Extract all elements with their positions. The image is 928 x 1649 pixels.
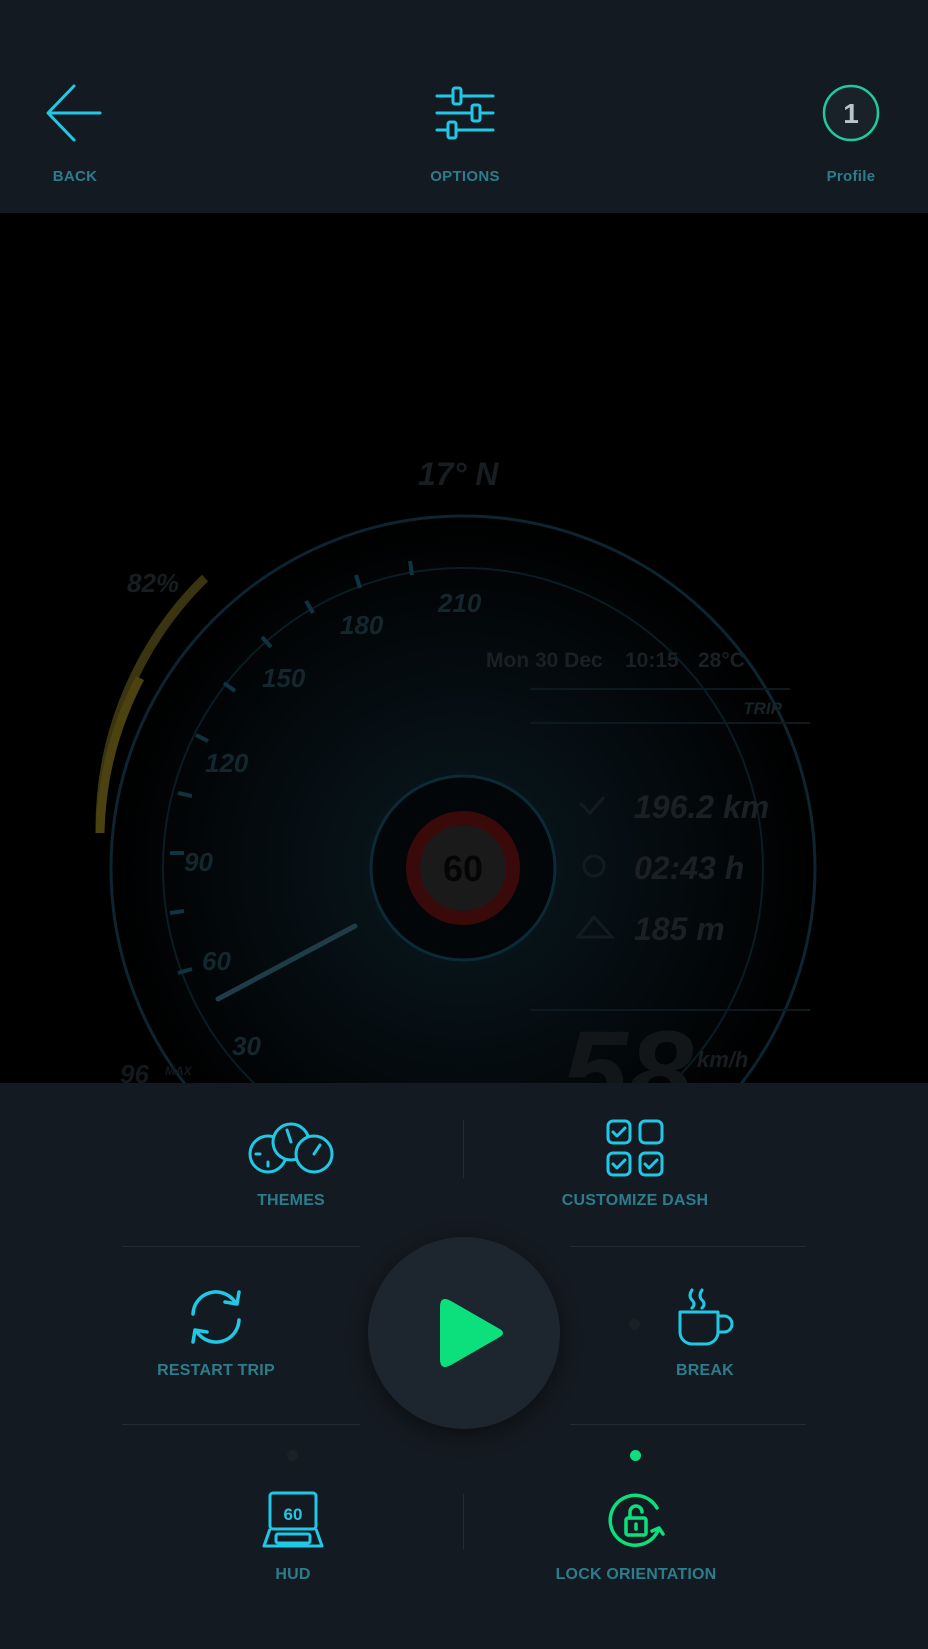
restart-trip-button[interactable]: RESTART TRIP (96, 1286, 336, 1380)
themes-button[interactable]: THEMES (171, 1118, 411, 1210)
arrow-left-icon (46, 84, 102, 142)
grid-check-icon (606, 1119, 664, 1177)
temperature-value: 28°C (698, 649, 745, 672)
customize-dash-button[interactable]: CUSTOMIZE DASH (515, 1118, 755, 1210)
scale-150: 150 (262, 663, 306, 693)
indicator-dot (629, 1319, 640, 1330)
trip-tag: TRIP (743, 699, 782, 718)
hud-icon-value: 60 (284, 1505, 303, 1524)
rotate-lock-icon (608, 1493, 665, 1547)
divider (570, 1424, 806, 1425)
speed-value: 58 (562, 1007, 694, 1083)
top-bar: BACK OPTIONS 1 Profile (0, 0, 928, 213)
divider (463, 1120, 464, 1178)
dashboard-gauge: 60 30 60 90 120 150 180 210 17° N 82% Mo… (95, 456, 817, 1083)
profile-label: Profile (826, 168, 876, 185)
lock-orientation-label: LOCK ORIENTATION (555, 1566, 717, 1583)
lock-orientation-button[interactable]: LOCK ORIENTATION (516, 1490, 756, 1584)
distance-value: 196.2 km (634, 789, 769, 825)
sliders-icon (435, 86, 495, 140)
themes-label: THEMES (257, 1192, 325, 1209)
max-tag: MAX (165, 1064, 193, 1078)
break-button[interactable]: BREAK (585, 1286, 825, 1380)
altitude-value: 185 m (634, 911, 725, 947)
coffee-cup-icon (678, 1288, 734, 1346)
divider (122, 1424, 360, 1425)
battery-value: 82% (127, 568, 179, 598)
active-indicator-dot (630, 1450, 641, 1461)
heading-value: 17° N (418, 456, 499, 492)
divider (570, 1246, 806, 1247)
dash-preview: 60 30 60 90 120 150 180 210 17° N 82% Mo… (0, 213, 928, 1083)
profile-button[interactable]: 1 Profile (781, 82, 921, 192)
scale-90: 90 (184, 847, 213, 877)
profile-number: 1 (843, 98, 859, 129)
back-button[interactable]: BACK (5, 82, 145, 192)
scale-120: 120 (205, 748, 249, 778)
max-speed-value: 96 (120, 1059, 149, 1083)
play-icon (440, 1299, 503, 1367)
customize-dash-label: CUSTOMIZE DASH (561, 1192, 709, 1209)
options-label: OPTIONS (430, 168, 500, 185)
scale-210: 210 (437, 588, 482, 618)
divider (463, 1494, 464, 1550)
date-value: Mon 30 Dec (486, 649, 603, 672)
hud-display-icon: 60 (262, 1491, 324, 1548)
start-trip-button[interactable] (368, 1237, 560, 1429)
hud-label: HUD (275, 1566, 311, 1583)
scale-30: 30 (232, 1031, 261, 1061)
back-label: BACK (52, 168, 98, 185)
duration-value: 02:43 h (634, 850, 744, 886)
options-button[interactable]: OPTIONS (395, 82, 535, 192)
gauges-icon (248, 1122, 334, 1174)
scale-60: 60 (202, 946, 231, 976)
break-label: BREAK (676, 1362, 734, 1379)
time-value: 10:15 (625, 649, 679, 672)
refresh-icon (191, 1290, 241, 1344)
scale-180: 180 (340, 610, 384, 640)
speed-limit-value: 60 (443, 848, 483, 889)
hud-button[interactable]: 60 HUD (173, 1490, 413, 1584)
indicator-dot (287, 1450, 298, 1461)
profile-badge: 1 (822, 84, 880, 142)
speed-unit: km/h (697, 1047, 748, 1072)
divider (122, 1246, 360, 1247)
restart-trip-label: RESTART TRIP (157, 1362, 275, 1379)
